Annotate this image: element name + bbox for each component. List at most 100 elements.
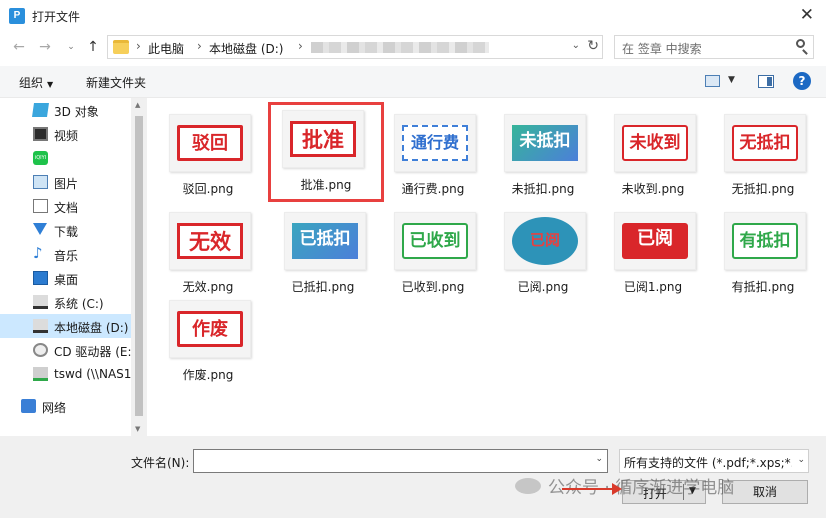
network-icon [21, 399, 36, 413]
stamp-image: 通行费 [402, 125, 468, 161]
video-icon [33, 127, 48, 141]
file-item[interactable]: 已阅 已阅1.png [600, 204, 706, 300]
file-item[interactable]: 驳回驳回.png [155, 106, 261, 202]
sidebar-item[interactable]: 图片 [0, 170, 131, 194]
forward-arrow-icon[interactable]: → [36, 38, 54, 56]
sidebar-scrollbar[interactable]: ▲ ▼ [131, 98, 147, 436]
view-mode-icon[interactable] [705, 75, 720, 87]
file-name: 作废.png [182, 368, 234, 382]
file-item[interactable]: 通行费通行费.png [380, 106, 486, 202]
blurred-path [311, 42, 489, 53]
file-thumbnail: 未抵扣 [504, 114, 586, 172]
file-type-filter[interactable]: 所有支持的文件 (*.pdf;*.xps;*.c ⌄ [619, 449, 809, 473]
sidebar-item[interactable]: 桌面 [0, 266, 131, 290]
search-box[interactable]: 在 签章 中搜索 [614, 35, 814, 59]
help-icon[interactable]: ? [793, 72, 811, 90]
stamp-image: 未收到 [622, 125, 688, 161]
file-item[interactable]: 无抵扣无抵扣.png [710, 106, 816, 202]
scroll-up-icon[interactable]: ▲ [135, 101, 140, 109]
view-caret-icon[interactable]: ▼ [728, 75, 735, 85]
stamp-text: 驳回 [192, 133, 228, 154]
breadcrumb-separator-icon: › [298, 39, 303, 53]
file-item[interactable]: 作废作废.png [155, 292, 261, 388]
filename-label: 文件名(N): [131, 456, 190, 470]
sidebar-item[interactable]: 视频 [0, 122, 131, 146]
sidebar-item[interactable]: 网络 [0, 394, 131, 418]
file-item[interactable]: 有抵扣 有抵扣.png [710, 204, 816, 300]
file-item[interactable]: 未收到未收到.png [600, 106, 706, 202]
scrollbar-thumb[interactable] [135, 116, 143, 416]
file-item[interactable]: 未抵扣 未抵扣.png [490, 106, 596, 202]
file-item[interactable]: 已阅 已阅.png [490, 204, 596, 300]
sidebar-item[interactable]: 3D 对象 [0, 98, 131, 122]
breadcrumb-this-pc[interactable]: 此电脑 [148, 40, 184, 57]
sidebar-item-label: 音乐 [54, 249, 79, 263]
organize-button[interactable]: 组织 ▼ [19, 74, 53, 91]
sidebar-item[interactable]: ♪ 音乐 [0, 242, 131, 266]
address-dropdown-icon[interactable]: ⌄ [572, 40, 580, 51]
stamp-text: 已收到 [409, 231, 461, 251]
recent-locations-chevron-icon[interactable]: ⌄ [62, 38, 80, 56]
stamp-image: 无效 [177, 223, 243, 259]
sidebar-item[interactable]: 本地磁盘 (D:) [0, 314, 131, 338]
file-thumbnail: 未收到 [614, 114, 696, 172]
file-item[interactable]: 批准 批准.png [268, 102, 384, 202]
stamp-text: 无抵扣 [739, 133, 791, 153]
file-item[interactable]: 已抵扣 已抵扣.png [270, 204, 376, 300]
preview-pane-icon[interactable] [758, 75, 774, 88]
file-thumbnail: 无抵扣 [724, 114, 806, 172]
organize-label: 组织 [19, 76, 44, 90]
file-thumbnail: 作废 [169, 300, 251, 358]
sidebar-item[interactable]: 系统 (C:) [0, 290, 131, 314]
filter-dropdown-icon[interactable]: ⌄ [797, 455, 805, 465]
scroll-down-icon[interactable]: ▼ [135, 425, 140, 433]
sidebar-item[interactable]: 下载 [0, 218, 131, 242]
search-icon[interactable] [796, 39, 805, 48]
search-placeholder: 在 签章 中搜索 [622, 42, 702, 56]
cancel-button[interactable]: 取消 [722, 480, 808, 504]
stamp-image: 无抵扣 [732, 125, 798, 161]
file-item[interactable]: 无效 无效.png [155, 204, 261, 300]
file-name: 未收到.png [621, 182, 685, 196]
caret-down-icon: ▼ [47, 80, 54, 89]
file-name: 通行费.png [401, 182, 465, 196]
new-folder-button[interactable]: 新建文件夹 [86, 74, 146, 91]
file-thumbnail: 已阅 [614, 212, 696, 270]
breadcrumb-drive-d[interactable]: 本地磁盘 (D:) [209, 40, 283, 57]
filename-dropdown-icon[interactable]: ⌄ [595, 454, 603, 464]
sidebar-item-label: 本地磁盘 (D:) [54, 321, 129, 335]
refresh-icon[interactable]: ↻ [587, 38, 599, 54]
music-icon: ♪ [33, 244, 43, 262]
sidebar-item-label: tswd (\\NAS1 [54, 367, 132, 381]
sidebar-item-label: 桌面 [54, 273, 79, 287]
close-icon[interactable]: ✕ [800, 5, 814, 25]
stamp-text: 作废 [192, 319, 228, 340]
file-item[interactable]: 已收到已收到.png [380, 204, 486, 300]
file-name: 已收到.png [401, 280, 465, 294]
sidebar-item[interactable]: tswd (\\NAS1 [0, 362, 131, 386]
sidebar-item[interactable]: CD 驱动器 (E: [0, 338, 132, 362]
up-arrow-icon[interactable]: ↑ [84, 38, 102, 56]
file-name: 已抵扣.png [291, 280, 355, 294]
iqiyi-icon: iQIYI [33, 151, 48, 165]
sidebar-item[interactable]: iQIYI [0, 146, 131, 170]
breadcrumb-separator-icon: › [136, 39, 141, 53]
cube-icon [32, 103, 49, 117]
sidebar-item-label: 视频 [54, 129, 79, 143]
stamp-text: 未收到 [629, 133, 681, 153]
filename-input[interactable]: ⌄ [193, 449, 608, 473]
drive-d-icon [33, 319, 48, 333]
stamp-text: 有抵扣 [739, 231, 791, 251]
stamp-text: 已阅 [529, 231, 560, 249]
back-arrow-icon[interactable]: ← [10, 38, 28, 56]
sidebar-item-label: 3D 对象 [54, 105, 99, 119]
address-box[interactable]: › 此电脑 › 本地磁盘 (D:) › ⌄ ↻ [107, 35, 603, 59]
stamp-image: 批准 [290, 121, 356, 157]
file-list: 驳回 驳回.png 批准 批准.png 通行费 通行费.png 未抵扣 未抵扣.png 未收到未… [155, 98, 826, 436]
toolbar: 组织 ▼ 新建文件夹 ▼ ? [0, 66, 826, 98]
file-name: 无抵扣.png [731, 182, 795, 196]
sidebar-item[interactable]: 文档 [0, 194, 131, 218]
address-bar-row: ← → ⌄ ↑ › 此电脑 › 本地磁盘 (D:) › ⌄ ↻ 在 签章 中搜索 [0, 32, 826, 62]
file-name: 驳回.png [182, 182, 234, 196]
stamp-text: 已阅 [637, 228, 673, 249]
